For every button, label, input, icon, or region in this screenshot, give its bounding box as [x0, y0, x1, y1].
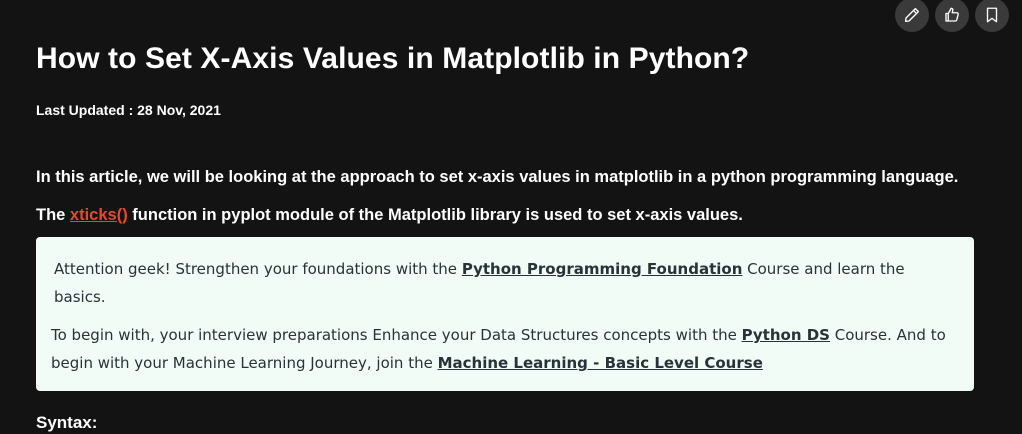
notice-line-1: Attention geek! Strengthen your foundati… — [51, 255, 959, 311]
notice-line-2-prefix: To begin with, your interview preparatio… — [51, 326, 742, 344]
xticks-paragraph-prefix: The — [36, 206, 70, 224]
notice-line-1-prefix: Attention geek! Strengthen your foundati… — [54, 260, 462, 278]
intro-paragraph: In this article, we will be looking at t… — [36, 168, 959, 186]
article-title: How to Set X-Axis Values in Matplotlib i… — [36, 42, 750, 75]
xticks-paragraph: The xticks() function in pyplot module o… — [36, 204, 976, 226]
course-notice-box: Attention geek! Strengthen your foundati… — [36, 237, 974, 391]
python-ds-link[interactable]: Python DS — [742, 326, 830, 344]
syntax-heading: Syntax: — [36, 413, 98, 432]
machine-learning-link[interactable]: Machine Learning - Basic Level Course — [438, 354, 763, 372]
bookmark-button[interactable] — [975, 0, 1009, 32]
python-foundation-link[interactable]: Python Programming Foundation — [462, 260, 743, 278]
bookmark-icon — [986, 7, 998, 23]
xticks-paragraph-suffix: function in pyplot module of the Matplot… — [127, 206, 743, 224]
xticks-link[interactable]: xticks() — [70, 206, 128, 224]
article-body: How to Set X-Axis Values in Matplotlib i… — [36, 0, 976, 434]
notice-line-2: To begin with, your interview preparatio… — [51, 321, 959, 377]
last-updated: Last Updated : 28 Nov, 2021 — [36, 102, 221, 118]
